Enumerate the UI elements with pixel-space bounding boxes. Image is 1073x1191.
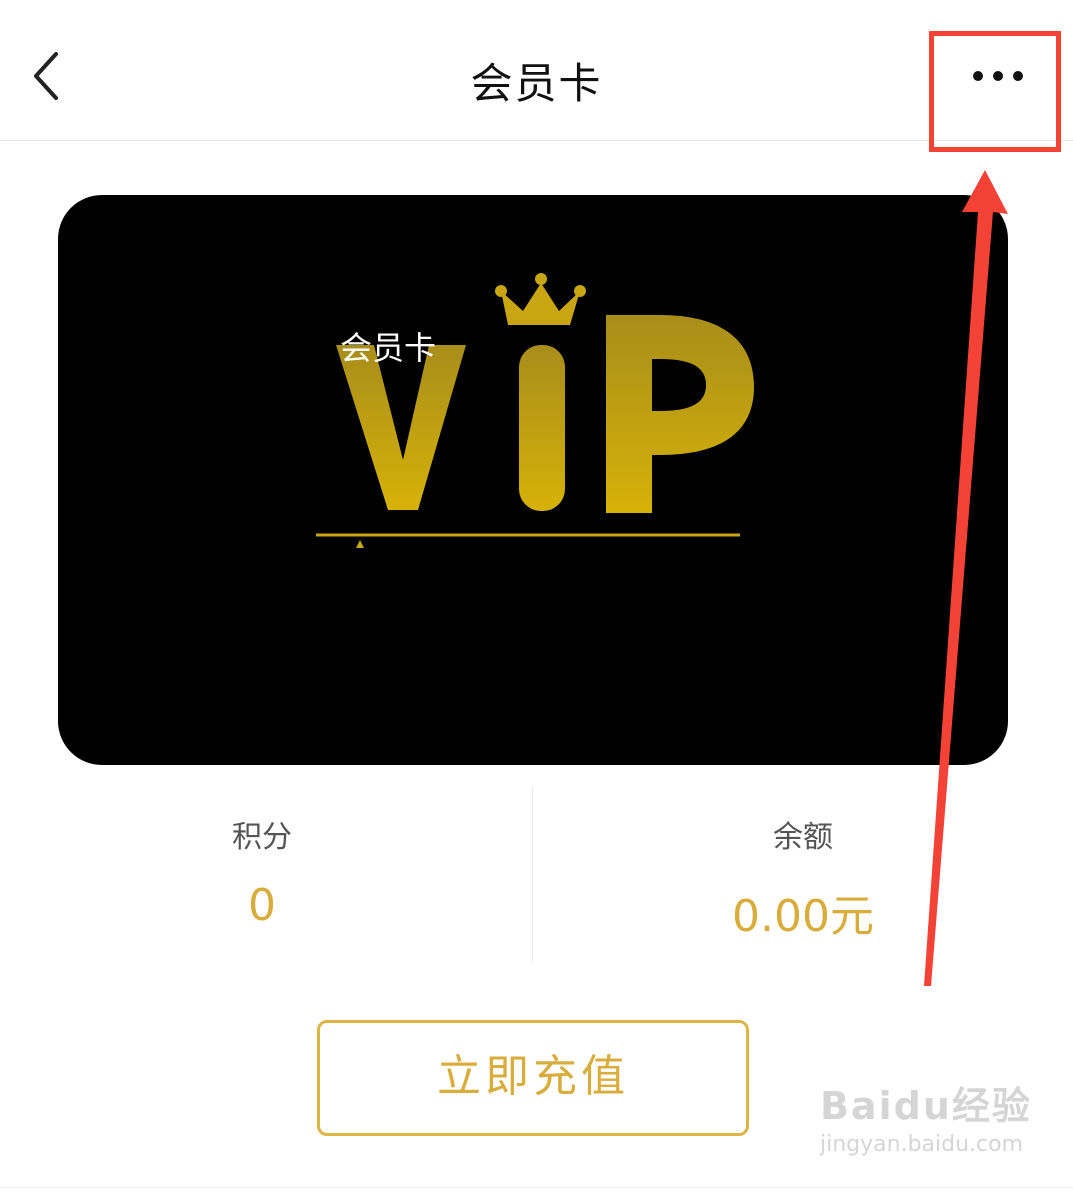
balance-label: 余额 [773,820,833,855]
points-stat: 积分 0 [62,812,462,931]
page-title: 会员卡 [470,59,603,108]
balance-value: 0.00元 [732,891,874,942]
watermark-sub: jingyan.baidu.com [820,1132,1024,1157]
points-value: 0 [248,880,276,931]
vip-member-card: 会员卡 [58,195,1008,765]
stats-divider [532,786,533,962]
bottom-divider [0,1187,1073,1188]
baidu-watermark: Baidu经验 jingyan.baidu.com [820,1075,1032,1157]
top-nav-bar: 会员卡 [0,0,1073,141]
points-label: 积分 [232,820,292,855]
recharge-button[interactable]: 立即充值 [317,1020,749,1136]
card-name-label: 会员卡 [340,329,437,367]
annotation-highlight-box [929,31,1061,152]
balance-stat: 余额 0.00元 [603,812,1003,944]
watermark-main: Baidu经验 [820,1084,1032,1128]
vip-crown-logo [316,273,754,548]
